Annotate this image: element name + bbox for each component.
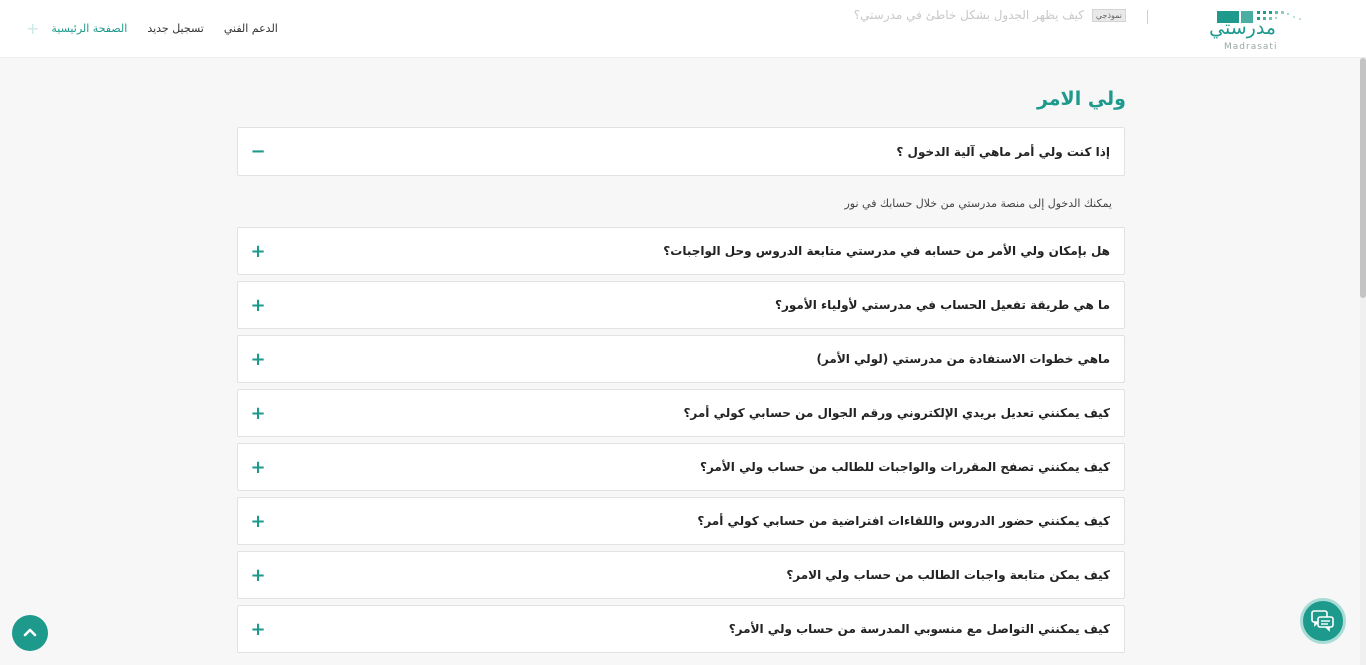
scrollbar-thumb[interactable] (1360, 58, 1366, 298)
faq-question: ماهي خطوات الاستفادة من مدرستي (لولي الأ… (816, 352, 1110, 366)
page-scrollbar[interactable] (1360, 58, 1366, 665)
plus-icon[interactable]: + (250, 228, 266, 274)
plus-icon[interactable]: + (250, 390, 266, 436)
logo-latin-text: Madrasati (1224, 42, 1278, 52)
plus-decoration-icon: + (26, 19, 40, 38)
faq-question: كيف يمكنني تعديل بريدي الإلكتروني ورقم ا… (683, 406, 1110, 420)
news-ticker[interactable]: نموذجي كيف يظهر الجدول بشكل خاطئ في مدرس… (846, 8, 1126, 30)
ticker-text: كيف يظهر الجدول بشكل خاطئ في مدرستي؟ (853, 8, 1084, 22)
faq-question: إذا كنت ولي أمر ماهي آلية الدخول ؟ (896, 144, 1110, 159)
faq-item[interactable]: كيف يمكنني تعديل بريدي الإلكتروني ورقم ا… (237, 389, 1125, 437)
faq-item[interactable]: ما هي طريقة تفعيل الحساب في مدرستي لأولي… (237, 281, 1125, 329)
nav-home-link[interactable]: الصفحة الرئيسية (51, 22, 127, 35)
faq-answer: يمكنك الدخول إلى منصة مدرستي من خلال حسا… (844, 197, 1112, 210)
faq-item[interactable]: كيف يمكنني التواصل مع منسوبي المدرسة من … (237, 605, 1125, 653)
scroll-to-top-button[interactable] (12, 615, 48, 651)
nav-support-link[interactable]: الدعم الفني (224, 22, 278, 35)
nav-register-link[interactable]: تسجيل جديد (147, 22, 204, 35)
plus-icon[interactable]: + (250, 498, 266, 544)
logo-arabic-text: مدرستي (1209, 17, 1276, 39)
section-title: ولي الامر (1036, 88, 1126, 110)
chevron-up-icon (23, 628, 37, 637)
faq-question: كيف يمكن متابعة واجبات الطالب من حساب ول… (786, 568, 1110, 582)
faq-item[interactable]: كيف يمكن متابعة واجبات الطالب من حساب ول… (237, 551, 1125, 599)
chat-bubbles-icon (1311, 610, 1334, 632)
faq-item[interactable]: إذا كنت ولي أمر ماهي آلية الدخول ؟ − (237, 127, 1125, 176)
faq-item[interactable]: ماهي خطوات الاستفادة من مدرستي (لولي الأ… (237, 335, 1125, 383)
plus-icon[interactable]: + (250, 336, 266, 382)
faq-question: كيف يمكنني تصفح المقررات والواجبات للطال… (700, 460, 1110, 474)
faq-item[interactable]: هل بإمكان ولي الأمر من حسابه في مدرستي م… (237, 227, 1125, 275)
top-navbar: + الصفحة الرئيسية تسجيل جديد الدعم الفني… (0, 0, 1366, 58)
faq-question: ما هي طريقة تفعيل الحساب في مدرستي لأولي… (775, 298, 1110, 312)
minus-icon[interactable]: − (250, 128, 266, 175)
plus-icon[interactable]: + (250, 444, 266, 490)
plus-icon[interactable]: + (250, 552, 266, 598)
faq-question: كيف يمكنني حضور الدروس واللقاءات افتراضي… (697, 514, 1110, 528)
plus-icon[interactable]: + (250, 606, 266, 652)
main-nav: + الصفحة الرئيسية تسجيل جديد الدعم الفني (26, 19, 278, 38)
ticker-tag: نموذجي (1091, 9, 1126, 22)
plus-icon[interactable]: + (250, 282, 266, 328)
madrasati-logo[interactable]: مدرستي Madrasati (1209, 6, 1310, 54)
faq-question: كيف يمكنني التواصل مع منسوبي المدرسة من … (728, 622, 1110, 636)
faq-item[interactable]: كيف يمكنني تصفح المقررات والواجبات للطال… (237, 443, 1125, 491)
faq-item[interactable]: كيف يمكنني حضور الدروس واللقاءات افتراضي… (237, 497, 1125, 545)
chat-support-button[interactable] (1300, 598, 1346, 644)
faq-question: هل بإمكان ولي الأمر من حسابه في مدرستي م… (663, 244, 1110, 258)
header-divider (1147, 10, 1148, 24)
